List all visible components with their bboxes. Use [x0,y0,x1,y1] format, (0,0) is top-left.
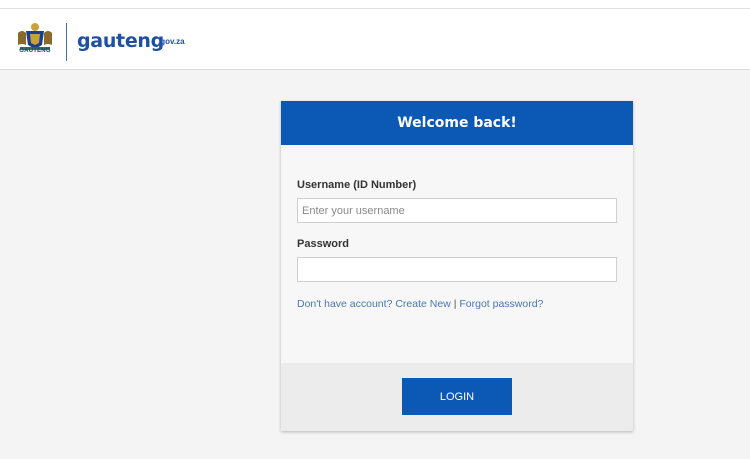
login-button[interactable]: LOGIN [402,378,512,415]
top-strip [0,0,750,8]
site-header: GAUTENG gauteng .gov.za [0,8,750,70]
links-separator: | [453,298,457,310]
login-card-header: Welcome back! [281,101,633,145]
login-card: Welcome back! Username (ID Number) Passw… [281,101,633,431]
no-account-text: Don't have account? [297,298,393,310]
password-label: Password [297,238,349,250]
create-new-link[interactable]: Create New [395,298,450,310]
account-links: Don't have account? Create New | Forgot … [297,298,543,310]
forgot-password-link[interactable]: Forgot password? [459,298,543,310]
gauteng-crest-logo[interactable]: GAUTENG [14,21,56,61]
brand-suffix: .gov.za [158,37,185,46]
crest-label: GAUTENG [19,48,51,54]
brand-name: gauteng [77,30,164,52]
username-input[interactable] [297,198,617,223]
header-divider [66,23,67,61]
password-input[interactable] [297,257,617,282]
login-card-footer: LOGIN [281,363,633,431]
login-title: Welcome back! [397,115,517,131]
username-label: Username (ID Number) [297,179,417,191]
coat-of-arms-icon [18,23,52,50]
